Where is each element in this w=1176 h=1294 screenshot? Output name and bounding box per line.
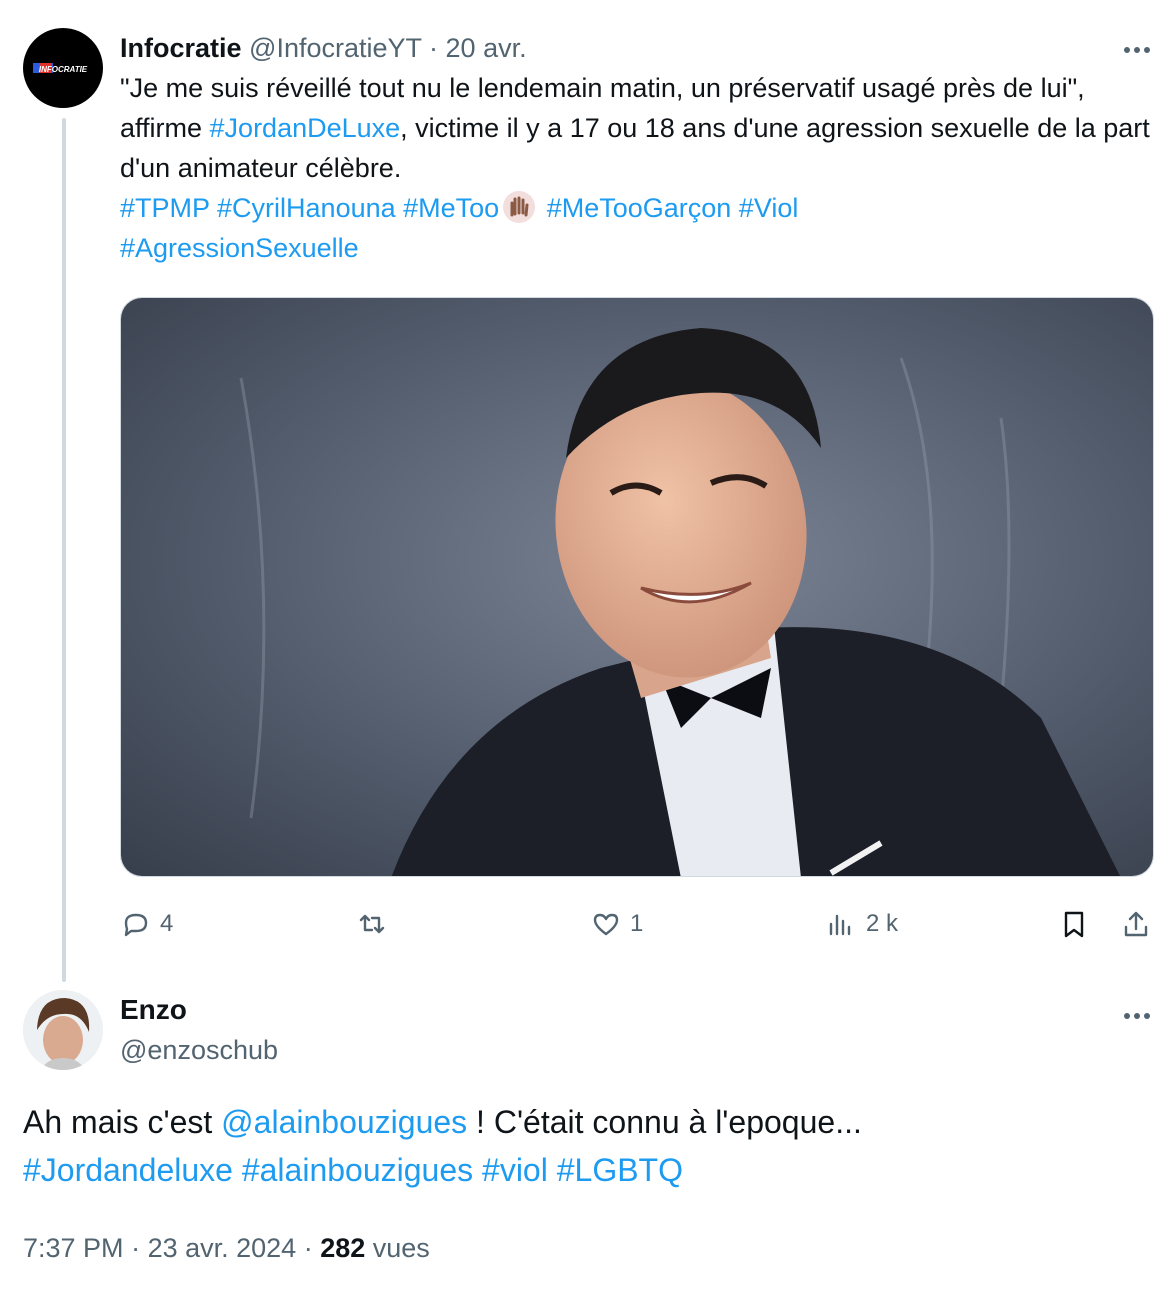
retweet-button[interactable] <box>356 908 396 940</box>
raised-hand-icon <box>503 191 536 223</box>
hashtags-line1[interactable]: #TPMP #CyrilHanouna #MeToo <box>120 193 499 223</box>
view-count: 2 k <box>866 910 899 937</box>
hashtag-jordandeluxe[interactable]: #JordanDeLuxe <box>210 113 401 143</box>
handle-enzo[interactable]: @enzoschub <box>120 1032 278 1068</box>
reply-button[interactable]: 4 <box>120 908 173 940</box>
bookmark-icon <box>1064 911 1084 938</box>
reply-icon <box>124 913 148 937</box>
reply-text-after: ! C'était connu à l'epoque... <box>467 1104 862 1140</box>
retweet-icon <box>359 914 385 934</box>
reply-tweet-text: Ah mais c'est @alainbouzigues ! C'était … <box>23 1098 1143 1194</box>
portrait-photo <box>121 298 1153 876</box>
like-count: 1 <box>630 910 644 937</box>
views-chart-icon <box>829 914 851 936</box>
share-button[interactable] <box>1120 908 1152 940</box>
views-label: vues <box>365 1233 430 1263</box>
handle[interactable]: @InfocratieYT <box>249 33 421 63</box>
avatar-photo <box>23 990 103 1070</box>
avatar-infocratie[interactable]: INFOCRATIE <box>23 28 103 108</box>
separator-dot: · <box>421 33 446 63</box>
tweet-timestamp-footer: 7:37 PM · 23 avr. 2024 · 282 vues <box>23 1228 430 1268</box>
separator-dot: · <box>296 1233 321 1263</box>
tweet-date[interactable]: 20 avr. <box>446 33 527 63</box>
tweet-image[interactable] <box>120 297 1154 877</box>
separator-dot: · <box>123 1233 148 1263</box>
avatar-enzo[interactable] <box>23 990 103 1070</box>
like-button[interactable]: 1 <box>590 908 643 940</box>
display-name-enzo[interactable]: Enzo <box>120 992 187 1028</box>
thread-connector-line <box>62 118 66 982</box>
more-options-icon[interactable] <box>1120 36 1154 60</box>
share-icon <box>1124 911 1148 937</box>
tweet-text: "Je me suis réveillé tout nu le lendemai… <box>120 68 1160 268</box>
tweet-header: Infocratie @InfocratieYT · 20 avr. <box>120 28 1156 68</box>
mention-alainbouzigues[interactable]: @alainbouzigues <box>221 1104 467 1140</box>
reply-count: 4 <box>160 910 174 937</box>
tweet-full-date[interactable]: 23 avr. 2024 <box>148 1233 297 1263</box>
tweet-infocratie[interactable]: Infocratie @InfocratieYT · 20 avr. "Je m… <box>120 28 1156 268</box>
more-options-icon[interactable] <box>1120 1002 1154 1026</box>
views-button[interactable]: 2 k <box>826 908 898 940</box>
tweet-actions-bar: 4 1 2 k <box>0 908 1176 948</box>
reply-hashtags[interactable]: #Jordandeluxe #alainbouzigues #viol #LGB… <box>23 1152 683 1188</box>
views-count: 282 <box>320 1233 366 1263</box>
bookmark-button[interactable] <box>1058 908 1090 940</box>
heart-icon <box>593 913 619 936</box>
hashtags-line1b[interactable]: #MeTooGarçon #Viol <box>547 193 799 223</box>
display-name[interactable]: Infocratie <box>120 33 242 63</box>
hashtags-line2[interactable]: #AgressionSexuelle <box>120 233 359 263</box>
logo-text: INFOCRATIE <box>39 65 88 74</box>
reply-text-before: Ah mais c'est <box>23 1104 222 1140</box>
tweet-time[interactable]: 7:37 PM <box>23 1233 124 1263</box>
infocratie-logo: INFOCRATIE <box>33 63 88 74</box>
